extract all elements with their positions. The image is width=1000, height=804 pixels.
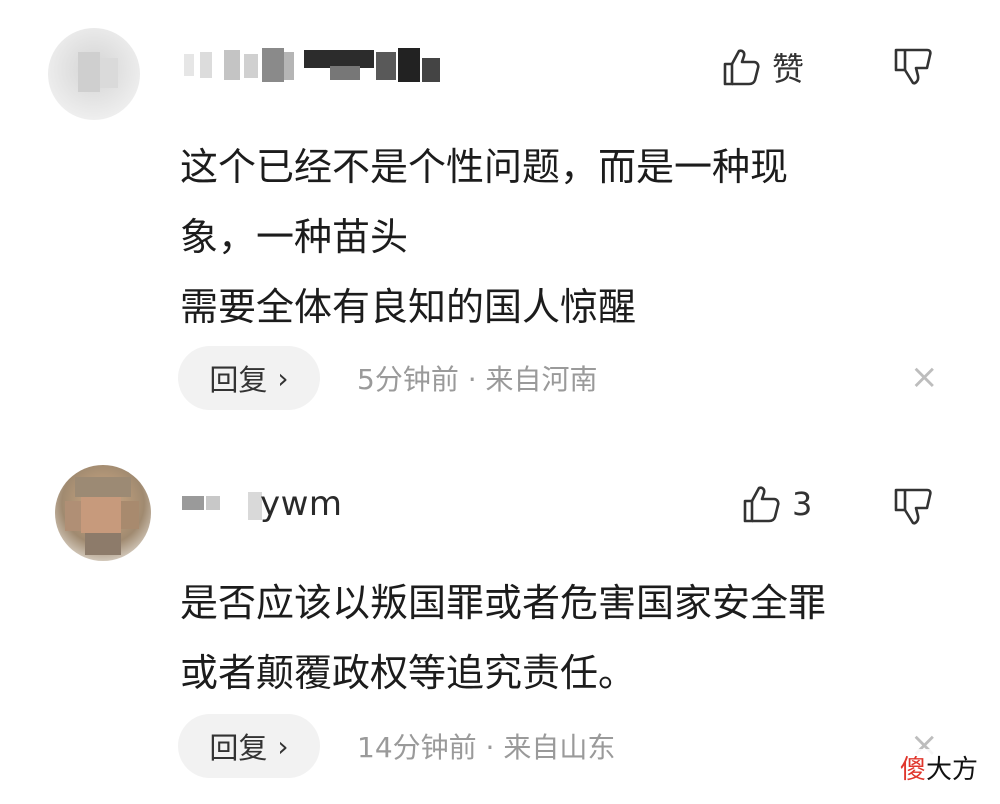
comment-line: 或者颠覆政权等追究责任。 — [180, 651, 637, 695]
avatar[interactable] — [48, 28, 140, 120]
like-button[interactable]: 赞 — [722, 44, 804, 90]
thumbs-up-icon — [723, 49, 760, 86]
comment-line: 是否应该以叛国罪或者危害国家安全罪 — [180, 581, 827, 625]
comment-text: 是否应该以叛国罪或者危害国家安全罪 或者颠覆政权等追究责任。 — [180, 568, 960, 708]
chevron-right-icon: › — [277, 729, 289, 763]
reply-button[interactable]: 回复 › — [178, 346, 320, 410]
username-text: ywm — [260, 484, 343, 524]
comment-meta: 5分钟前 · 来自河南 — [357, 363, 598, 396]
reply-label: 回复 — [209, 731, 268, 765]
reply-button[interactable]: 回复 › — [178, 714, 320, 778]
comment-line: 象，一种苗头 — [180, 215, 409, 259]
watermark-text: 大方 — [925, 755, 978, 785]
comment-item: ywm 3 是否应该以叛国罪或者危害国家安全罪 或者颠覆政权等追究责任。 回复 … — [0, 430, 1000, 804]
dislike-button[interactable] — [893, 46, 933, 92]
watermark-accent: 傻 — [899, 755, 926, 785]
reply-label: 回复 — [209, 363, 268, 397]
dislike-button[interactable] — [893, 486, 933, 532]
like-count: 3 — [792, 485, 813, 523]
chevron-right-icon: › — [277, 361, 289, 395]
thumbs-up-icon — [743, 486, 780, 523]
comment-line: 需要全体有良知的国人惊醒 — [180, 285, 637, 329]
comment-meta: 14分钟前 · 来自山东 — [357, 731, 616, 764]
thumbs-down-icon — [894, 48, 932, 85]
username[interactable]: ywm — [178, 484, 418, 524]
watermark: 傻大方 — [895, 749, 982, 786]
like-button[interactable]: 3 — [742, 484, 812, 524]
avatar[interactable] — [55, 465, 151, 561]
comment-item: 赞 这个已经不是个性问题，而是一种现 象，一种苗头 需要全体有良知的国人惊醒 回… — [0, 0, 1000, 430]
thumbs-down-icon — [894, 488, 932, 525]
username-blurred[interactable] — [180, 48, 450, 84]
close-icon[interactable]: × — [910, 360, 939, 394]
comment-text: 这个已经不是个性问题，而是一种现 象，一种苗头 需要全体有良知的国人惊醒 — [180, 132, 940, 342]
comment-line: 这个已经不是个性问题，而是一种现 — [180, 145, 789, 189]
like-label: 赞 — [772, 50, 805, 88]
